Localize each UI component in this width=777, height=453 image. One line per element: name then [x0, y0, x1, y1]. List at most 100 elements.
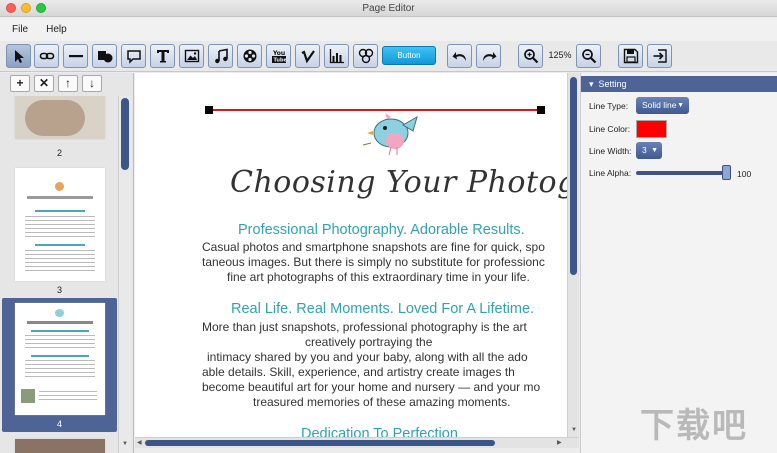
line-alpha-slider-handle[interactable]	[722, 165, 731, 180]
paragraph-2-line-6[interactable]: treasured memories of these amazing mome…	[253, 395, 510, 410]
move-page-up-button[interactable]: ↑	[58, 75, 78, 92]
close-window-button[interactable]	[6, 3, 16, 13]
save-button[interactable]	[618, 44, 643, 68]
canvas-horizontal-scrollbar[interactable]: ◀ ▶	[135, 437, 579, 448]
widget-tool-button[interactable]	[353, 44, 378, 68]
page-heading[interactable]: Choosing Your Photographer	[230, 165, 567, 200]
line-type-dropdown[interactable]: Solid line ▼	[636, 97, 689, 114]
paragraph-2-line-4[interactable]: able details. Skill, experience, and art…	[202, 365, 515, 380]
delete-page-button[interactable]: ✕	[34, 75, 54, 92]
text-tool-button[interactable]	[150, 44, 175, 68]
insert-button-tool[interactable]: Button	[382, 46, 436, 65]
redo-icon	[482, 52, 496, 61]
zoom-window-button[interactable]	[36, 3, 46, 13]
thumbnail-list: 2 3 4	[0, 96, 118, 453]
settings-header[interactable]: ▾ Setting	[581, 76, 777, 92]
save-icon	[623, 48, 638, 64]
page-thumbnail-5[interactable]	[2, 436, 117, 453]
line-color-swatch[interactable]	[636, 120, 667, 138]
gears-icon	[358, 48, 373, 64]
page-thumbnail-2[interactable]: 2	[2, 96, 117, 164]
paragraph-2-line-5[interactable]: become beautiful art for your home and n…	[202, 380, 540, 395]
film-reel-icon	[243, 49, 256, 63]
video-tool-button[interactable]	[237, 44, 262, 68]
scroll-right-arrow[interactable]: ▶	[557, 439, 562, 446]
dropdown-arrow-icon: ▼	[651, 147, 658, 154]
shapes-icon	[97, 51, 112, 63]
minimize-window-button[interactable]	[21, 3, 31, 13]
line-handle-end[interactable]	[537, 106, 545, 114]
thumbnail-image	[15, 96, 105, 139]
undo-button[interactable]	[447, 44, 472, 68]
link-icon	[39, 52, 54, 60]
paragraph-1-line-2[interactable]: taneous images. But there is simply no s…	[202, 255, 545, 270]
exit-icon	[653, 49, 667, 63]
paragraph-2-line-2[interactable]: creatively portraying the	[305, 335, 432, 350]
page-number: 4	[56, 419, 62, 429]
subheading-3[interactable]: Dedication To Perfection	[301, 426, 458, 437]
settings-title: Setting	[598, 79, 627, 89]
page-canvas[interactable]: Choosing Your Photographer Professional …	[135, 73, 567, 437]
menu-file[interactable]: File	[12, 24, 28, 35]
line-tool-button[interactable]	[63, 44, 88, 68]
watermark: 下载吧	[640, 406, 748, 446]
scrollbar-thumb[interactable]	[570, 77, 577, 275]
menu-bar: File Help	[0, 18, 777, 41]
vimeo-icon	[301, 50, 315, 64]
vimeo-tool-button[interactable]	[295, 44, 320, 68]
line-width-value: 3	[642, 145, 647, 155]
paragraph-1-line-3[interactable]: fine art photographs of this extraordina…	[227, 270, 530, 285]
svg-text:You: You	[272, 50, 285, 57]
link-tool-button[interactable]	[34, 44, 59, 68]
zoom-out-button[interactable]	[576, 44, 601, 68]
subheading-1[interactable]: Professional Photography. Adorable Resul…	[238, 222, 525, 238]
select-tool-button[interactable]	[6, 44, 31, 68]
zoom-out-icon	[581, 49, 596, 64]
callout-tool-button[interactable]	[121, 44, 146, 68]
title-bar: Page Editor	[0, 0, 777, 17]
window-controls	[6, 3, 46, 13]
thumbnail-scrollbar[interactable]: ▼	[118, 96, 131, 453]
audio-tool-button[interactable]	[208, 44, 233, 68]
youtube-tool-button[interactable]: You Tube	[266, 44, 291, 68]
line-color-label: Line Color:	[589, 124, 631, 134]
line-handle-start[interactable]	[205, 106, 213, 114]
line-width-dropdown[interactable]: 3 ▼	[636, 142, 662, 159]
scrollbar-thumb[interactable]	[121, 98, 129, 170]
scroll-down-arrow[interactable]: ▼	[571, 427, 577, 433]
line-alpha-value: 100	[737, 169, 752, 179]
zoom-level: 125%	[548, 50, 572, 60]
music-note-icon	[214, 48, 228, 64]
chart-icon	[329, 49, 344, 64]
collapse-triangle-icon: ▾	[589, 79, 594, 89]
paragraph-1-line-1[interactable]: Casual photos and smartphone snapshots a…	[202, 240, 545, 255]
add-page-button[interactable]: +	[10, 75, 30, 92]
canvas-vertical-scrollbar[interactable]: ▼	[567, 73, 579, 437]
zoom-in-button[interactable]	[518, 44, 543, 68]
menu-help[interactable]: Help	[46, 24, 67, 35]
page-thumbnail-4[interactable]: 4	[2, 298, 117, 432]
subheading-2[interactable]: Real Life. Real Moments. Loved For A Lif…	[231, 301, 534, 317]
line-alpha-slider[interactable]	[636, 171, 728, 175]
page-thumbnail-3[interactable]: 3	[2, 164, 117, 298]
scroll-left-arrow[interactable]: ◀	[137, 439, 142, 446]
chart-tool-button[interactable]	[324, 44, 349, 68]
text-icon	[156, 50, 169, 63]
dropdown-arrow-icon: ▼	[677, 102, 684, 109]
paragraph-2-line-1[interactable]: More than just snapshots, professional p…	[202, 320, 527, 335]
bird-illustration[interactable]	[362, 113, 418, 156]
settings-panel: ▾ Setting Line Type: Solid line ▼ Line C…	[580, 73, 777, 453]
line-type-value: Solid line	[642, 100, 677, 110]
speech-bubble-icon	[126, 50, 141, 64]
paragraph-2-line-3[interactable]: intimacy shared by you and your baby, al…	[207, 350, 528, 365]
move-page-down-button[interactable]: ↓	[82, 75, 102, 92]
export-button[interactable]	[647, 44, 672, 68]
redo-button[interactable]	[476, 44, 501, 68]
scroll-down-arrow[interactable]: ▼	[122, 441, 128, 447]
image-tool-button[interactable]	[179, 44, 204, 68]
youtube-icon: YouTube	[271, 50, 287, 64]
line-type-label: Line Type:	[589, 101, 629, 111]
shape-tool-button[interactable]	[92, 44, 117, 68]
scrollbar-thumb[interactable]	[145, 440, 495, 446]
thumbnail-image	[15, 168, 105, 281]
